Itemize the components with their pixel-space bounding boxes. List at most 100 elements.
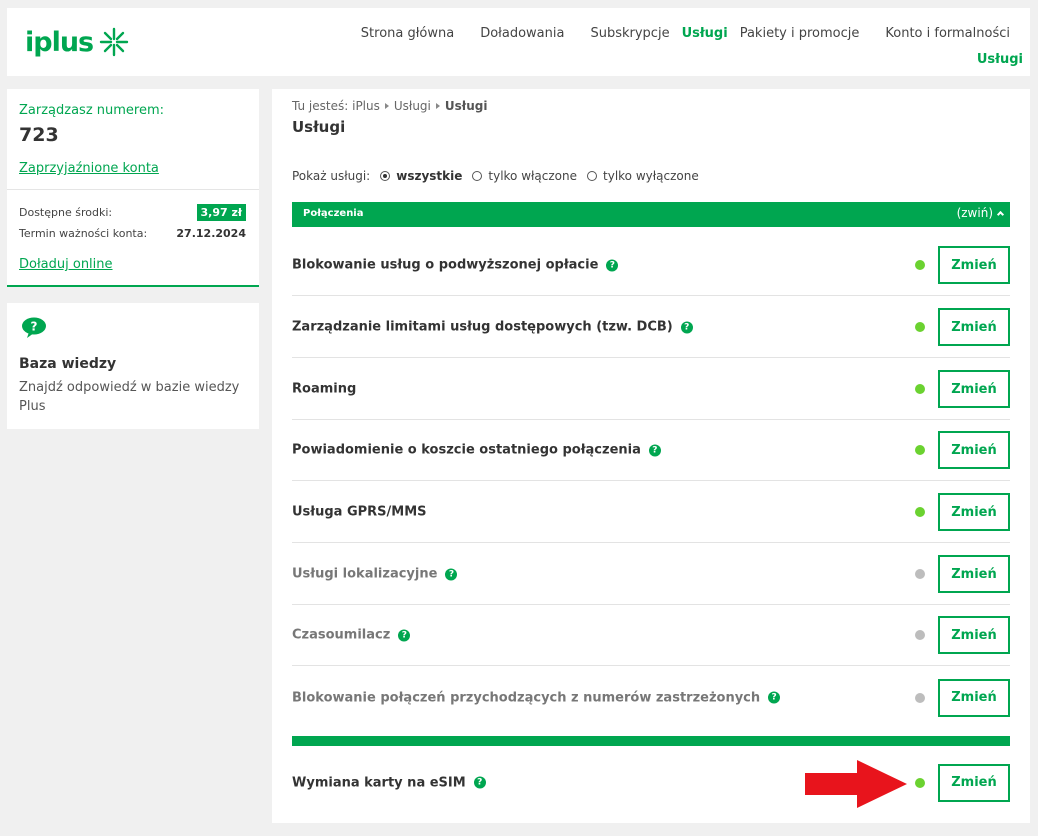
help-icon[interactable]: ? (606, 259, 619, 271)
service-name: Roaming (292, 382, 356, 397)
breadcrumb-current: Usługi (444, 99, 488, 113)
nav-services[interactable]: Usługi (682, 26, 728, 41)
service-row: Powiadomienie o koszcie ostatniego połąc… (292, 420, 1010, 481)
question-bubble-icon: ? (22, 317, 46, 338)
service-name-text: Wymiana karty na eSIM (292, 775, 466, 790)
help-icon[interactable]: ? (445, 568, 458, 580)
change-button[interactable]: Zmień (938, 370, 1010, 408)
change-button[interactable]: Zmień (938, 493, 1010, 531)
breadcrumb-item-services[interactable]: Usługi (394, 99, 431, 113)
help-icon[interactable]: ? (398, 629, 411, 641)
status-on-icon (915, 445, 925, 455)
breadcrumb-separator-icon (435, 103, 440, 109)
service-name: Wymiana karty na eSIM? (292, 775, 486, 790)
logo-text: iplus (25, 26, 94, 58)
status-on-icon (915, 322, 925, 332)
knowledge-base-title: Baza wiedzy (19, 356, 117, 372)
knowledge-base-panel[interactable]: ? Baza wiedzy Znajdź odpowiedź w bazie w… (7, 303, 259, 429)
service-name: Czasoumilacz? (292, 627, 411, 643)
service-row: Blokowanie usług o podwyższonej opłacie?… (292, 235, 1010, 296)
filter-label: Pokaż usługi: (292, 169, 371, 183)
service-name: Usługa GPRS/MMS (292, 505, 427, 520)
page-title: Usługi (292, 118, 346, 136)
funds-row: Dostępne środki: 3,97 zł (19, 204, 246, 221)
section-header-connections: Połączenia (zwiń) (292, 202, 1010, 227)
nav-home[interactable]: Strona główna (361, 26, 454, 41)
service-name: Powiadomienie o koszcie ostatniego połąc… (292, 443, 661, 458)
top-header: iplus Strona główna Doładowania Subskryp… (7, 8, 1030, 76)
service-filter: Pokaż usługi: wszystkie tylko włączone t… (292, 169, 699, 183)
radio-label: tylko włączone (488, 169, 578, 183)
change-button[interactable]: Zmień (938, 763, 1010, 802)
radio-label: tylko wyłączone (603, 169, 699, 183)
help-icon[interactable]: ? (768, 691, 781, 704)
knowledge-base-description: Znajdź odpowiedź w bazie wiedzy Plus (19, 380, 240, 414)
status-on-icon (915, 777, 925, 788)
service-name: Zarządzanie limitami usług dostępowych (… (292, 320, 693, 335)
plus-star-icon (99, 27, 129, 57)
divider (7, 189, 259, 190)
service-row: Zarządzanie limitami usług dostępowych (… (292, 297, 1010, 358)
service-name: Usługi lokalizacyjne? (292, 566, 458, 582)
section-title: Połączenia (303, 208, 364, 219)
manage-label: Zarządzasz numerem: (19, 103, 165, 118)
nav-packages[interactable]: Pakiety i promocje (740, 26, 860, 41)
service-name-text: Usługa GPRS/MMS (292, 504, 427, 520)
filter-radio-disabled[interactable]: tylko wyłączone (587, 169, 699, 183)
service-name-text: Powiadomienie o koszcie ostatniego połąc… (292, 442, 641, 458)
topup-online-link[interactable]: Doładuj online (19, 257, 113, 272)
change-button[interactable]: Zmień (938, 246, 1010, 284)
breadcrumb-prefix: Tu jesteś: (292, 99, 349, 113)
breadcrumb-separator-icon (384, 103, 389, 109)
svg-text:?: ? (31, 320, 38, 334)
service-name-text: Blokowanie usług o podwyższonej opłacie (292, 257, 599, 273)
linked-accounts-link[interactable]: Zaprzyjaźnione konta (19, 161, 159, 176)
nav-subitem-services[interactable]: Usługi (977, 52, 1023, 67)
nav-topups[interactable]: Doładowania (480, 26, 564, 41)
validity-value: 27.12.2024 (176, 227, 246, 240)
status-off-icon (915, 569, 925, 579)
service-name: Blokowanie połączeń przychodzących z num… (292, 690, 781, 705)
nav-subscriptions[interactable]: Subskrypcje (590, 26, 669, 41)
service-name-text: Blokowanie połączeń przychodzących z num… (292, 690, 761, 705)
red-arrow-icon (805, 760, 907, 808)
service-name-text: Czasoumilacz (292, 627, 391, 643)
phone-number: 723 (19, 124, 59, 146)
main-nav: Strona główna Doładowania Subskrypcje Us… (335, 26, 1010, 41)
filter-radio-all[interactable]: wszystkie (380, 169, 462, 183)
section-header-2 (292, 736, 1010, 746)
status-on-icon (915, 507, 925, 517)
help-icon[interactable]: ? (473, 776, 486, 789)
service-row: Usługa GPRS/MMS Zmień (292, 482, 1010, 543)
service-row: Blokowanie połączeń przychodzących z num… (292, 667, 1010, 728)
change-button[interactable]: Zmień (938, 616, 1010, 654)
service-row: Czasoumilacz? Zmień (292, 605, 1010, 666)
status-on-icon (915, 384, 925, 394)
radio-unchecked-icon (587, 171, 598, 181)
services-main: Tu jesteś: iPlus Usługi Usługi Usługi Po… (272, 89, 1030, 823)
help-icon[interactable]: ? (680, 321, 693, 333)
change-button[interactable]: Zmień (938, 308, 1010, 346)
change-button[interactable]: Zmień (938, 555, 1010, 593)
breadcrumb: Tu jesteś: iPlus Usługi Usługi (292, 99, 487, 113)
help-icon[interactable]: ? (648, 444, 661, 456)
change-button[interactable]: Zmień (938, 431, 1010, 469)
service-row: Roaming Zmień (292, 359, 1010, 420)
filter-radio-enabled[interactable]: tylko włączone (472, 169, 577, 183)
iplus-logo[interactable]: iplus (25, 26, 130, 58)
service-row: Usługi lokalizacyjne? Zmień (292, 544, 1010, 605)
service-name-text: Zarządzanie limitami usług dostępowych (… (292, 319, 673, 335)
collapse-label: (zwiń) (956, 206, 993, 220)
radio-checked-icon (380, 171, 391, 181)
radio-unchecked-icon (472, 171, 483, 181)
service-name: Blokowanie usług o podwyższonej opłacie? (292, 257, 619, 273)
status-off-icon (915, 692, 925, 703)
status-off-icon (915, 630, 925, 640)
change-button[interactable]: Zmień (938, 678, 1010, 717)
breadcrumb-item-iplus[interactable]: iPlus (352, 99, 380, 113)
service-name-text: Usługi lokalizacyjne (292, 566, 438, 582)
funds-label: Dostępne środki: (19, 206, 113, 219)
section-collapse-toggle[interactable]: (zwiń) (956, 206, 1005, 220)
nav-account[interactable]: Konto i formalności (885, 26, 1010, 41)
validity-row: Termin ważności konta: 27.12.2024 (19, 227, 246, 240)
